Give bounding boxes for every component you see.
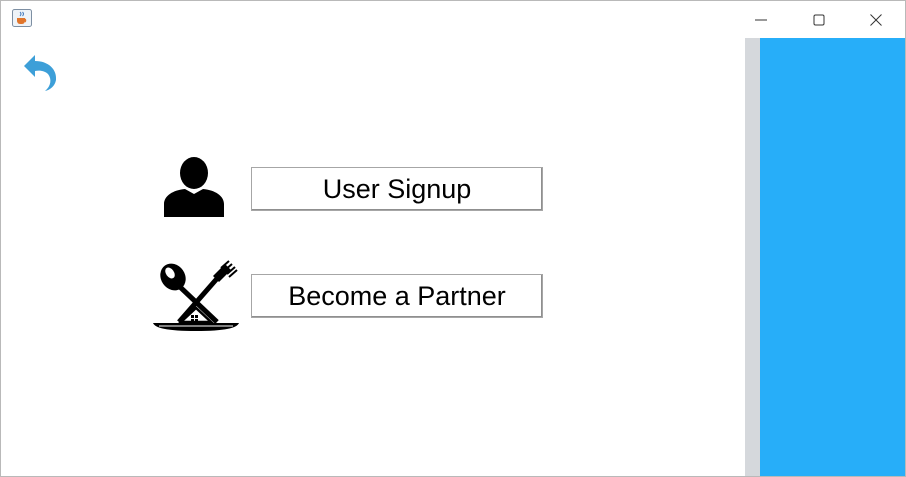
maximize-button[interactable] bbox=[790, 1, 848, 38]
restaurant-icon bbox=[151, 260, 241, 334]
become-partner-button[interactable]: Become a Partner bbox=[251, 274, 543, 318]
minimize-button[interactable] bbox=[732, 1, 790, 38]
title-bar bbox=[1, 1, 905, 38]
maximize-icon bbox=[813, 14, 825, 25]
java-cup-icon bbox=[12, 9, 32, 27]
close-icon bbox=[870, 13, 882, 26]
back-arrow-icon[interactable] bbox=[20, 53, 60, 93]
user-signup-button[interactable]: User Signup bbox=[251, 167, 543, 211]
minimize-icon bbox=[755, 19, 767, 20]
divider-strip bbox=[745, 38, 760, 476]
accent-panel bbox=[760, 38, 905, 476]
close-button[interactable] bbox=[847, 1, 905, 38]
app-window: User Signup Become a Partner bbox=[0, 0, 906, 477]
user-icon bbox=[161, 156, 227, 218]
